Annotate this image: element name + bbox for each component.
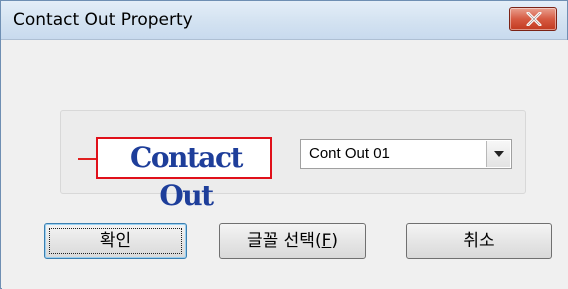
dialog-body: Contact Out Cont Out 01 확인 글꼴 선택(F) 취소: [2, 40, 568, 289]
font-select-button[interactable]: 글꼴 선택(F): [219, 223, 366, 259]
cancel-button[interactable]: 취소: [406, 223, 552, 259]
font-select-mnemonic: F: [321, 231, 332, 251]
ok-button[interactable]: 확인: [44, 223, 187, 259]
chevron-down-icon: [494, 151, 504, 157]
font-select-label: 글꼴 선택(F): [247, 231, 338, 251]
cancel-label: 취소: [463, 231, 495, 251]
property-group: Contact Out Cont Out 01: [60, 110, 526, 212]
contact-type-value: Cont Out 01: [309, 145, 390, 162]
focus-rect: [49, 228, 182, 254]
close-icon: [526, 12, 542, 26]
dropdown-button[interactable]: [486, 141, 510, 167]
contact-preview-box: Contact Out: [96, 137, 272, 212]
dialog-window: Contact Out Property Contact Out Cont Ou…: [0, 0, 568, 289]
contact-type-select[interactable]: Cont Out 01: [300, 139, 512, 169]
window-title: Contact Out Property: [13, 10, 193, 30]
contact-preview-text: Contact Out: [130, 141, 243, 212]
close-button[interactable]: [509, 7, 557, 31]
title-bar[interactable]: Contact Out Property: [1, 1, 567, 40]
font-select-label-close: ): [331, 231, 339, 251]
contact-preview: Contact Out: [78, 137, 273, 212]
font-select-label-text: 글꼴 선택(: [246, 231, 322, 251]
contact-lead-line: [78, 158, 96, 160]
